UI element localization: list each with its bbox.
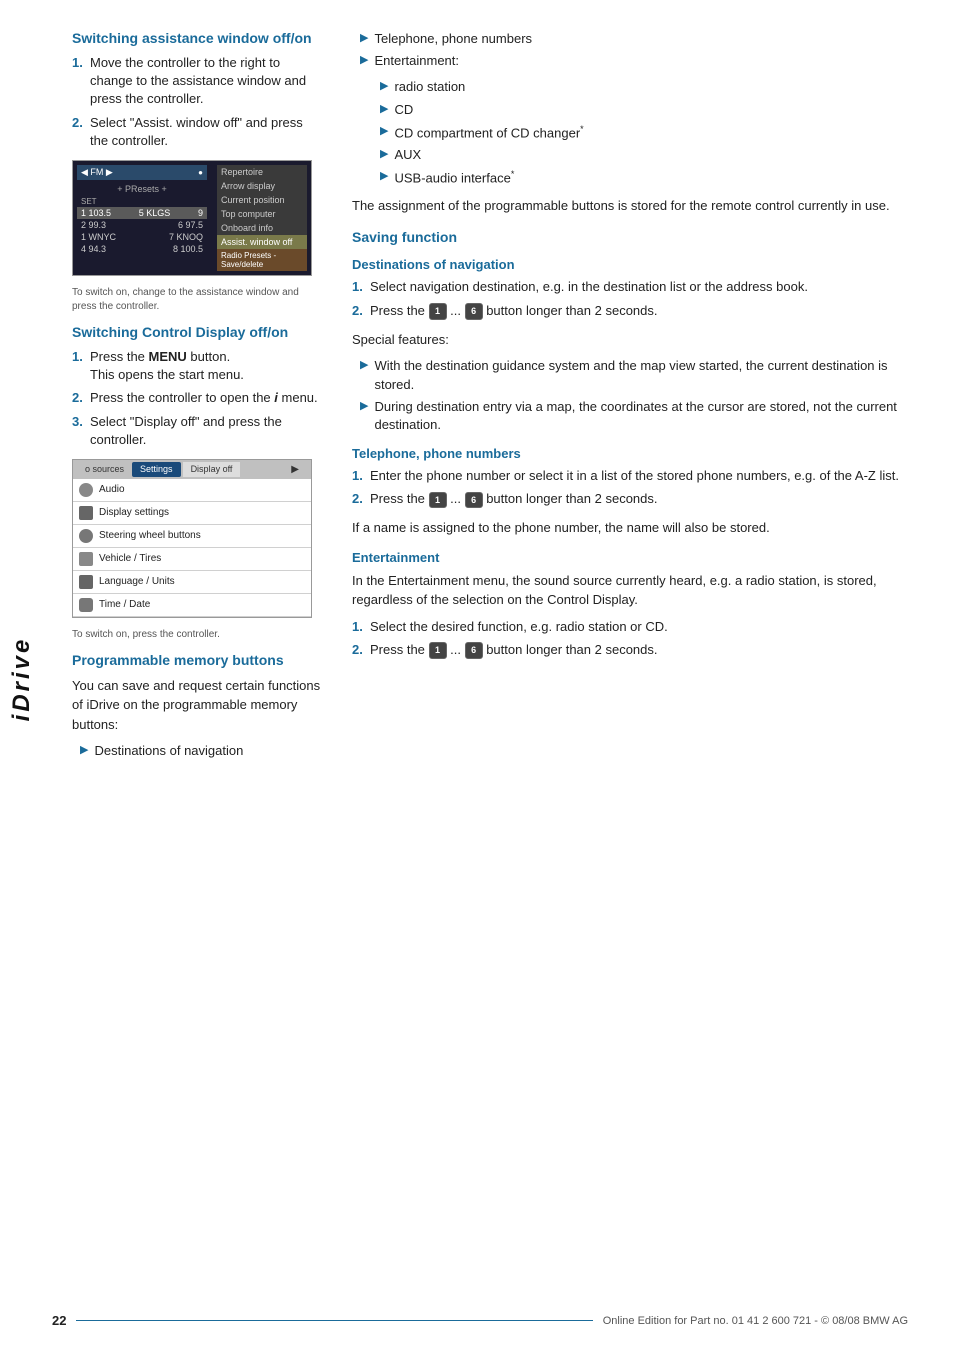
telephone-step-1: 1. Enter the phone number or select it i… xyxy=(352,467,930,485)
destinations-step-2: 2. Press the 1 ... 6 button longer than … xyxy=(352,302,930,320)
arrow-icon-sf1: ▶ xyxy=(360,358,368,393)
arrow-icon-sf2: ▶ xyxy=(360,399,368,434)
tab-display-off: Display off xyxy=(183,462,241,477)
destinations-heading: Destinations of navigation xyxy=(352,257,930,272)
settings-screen: o sources Settings Display off ▶ Audio xyxy=(72,459,312,618)
arrow-icon-cd: ▶ xyxy=(380,102,388,119)
display-steps-list: 1. Press the MENU button.This opens the … xyxy=(72,348,322,449)
destinations-step-1: 1. Select navigation destination, e.g. i… xyxy=(352,278,930,296)
menu-vehicle: Vehicle / Tires xyxy=(73,548,311,571)
radio-screen-image: ◀ FM ▶ ● + PResets + SET 1 103.55 KLGS9 xyxy=(72,160,322,276)
arrow-icon-radio: ▶ xyxy=(380,79,388,96)
menu-steering: Steering wheel buttons xyxy=(73,525,311,548)
vehicle-icon xyxy=(79,552,93,566)
arrow-icon: ▶ xyxy=(80,743,88,760)
arrow-icon-usb: ▶ xyxy=(380,169,388,188)
arrow-icon-telephone: ▶ xyxy=(360,31,368,48)
ent-button-6: 6 xyxy=(465,642,483,659)
section-saving-function: Saving function Destinations of navigati… xyxy=(352,229,930,434)
menu-time: Time / Date xyxy=(73,594,311,617)
settings-screen-image: o sources Settings Display off ▶ Audio xyxy=(72,459,322,618)
footer-line xyxy=(76,1320,592,1321)
section-programmable: Programmable memory buttons You can save… xyxy=(72,652,322,761)
menu-display-settings: Display settings xyxy=(73,502,311,525)
menu-language: Language / Units xyxy=(73,571,311,594)
display-step-1: 1. Press the MENU button.This opens the … xyxy=(72,348,322,384)
assistance-step-1: 1. Move the controller to the right to c… xyxy=(72,54,322,109)
special-features-list: ▶ With the destination guidance system a… xyxy=(352,357,930,434)
tel-button-1: 1 xyxy=(429,492,447,509)
sidebar: iDrive xyxy=(0,0,52,1358)
telephone-heading: Telephone, phone numbers xyxy=(352,446,930,461)
tel-button-6: 6 xyxy=(465,492,483,509)
section-heading-display: Switching Control Display off/on xyxy=(72,324,322,340)
bullet-telephone: ▶ Telephone, phone numbers xyxy=(352,30,930,48)
bullet-aux: ▶ AUX xyxy=(372,146,930,164)
section-heading-assistance: Switching assistance window off/on xyxy=(72,30,322,46)
assistance-screen-caption: To switch on, change to the assistance w… xyxy=(72,286,322,314)
language-icon xyxy=(79,575,93,589)
page-footer: 22 Online Edition for Part no. 01 41 2 6… xyxy=(0,1313,960,1328)
bullet-usb: ▶ USB-audio interface* xyxy=(372,168,930,188)
assistance-step-2: 2. Select "Assist. window off" and press… xyxy=(72,114,322,150)
tab-arrow: ▶ xyxy=(283,462,307,477)
tab-settings: Settings xyxy=(132,462,181,477)
entertainment-sub-bullets: ▶ radio station ▶ CD ▶ CD compartment of… xyxy=(352,78,930,188)
entertainment-heading: Entertainment xyxy=(352,550,930,565)
entertainment-step-2: 2. Press the 1 ... 6 button longer than … xyxy=(352,641,930,659)
telephone-note: If a name is assigned to the phone numbe… xyxy=(352,518,930,538)
display-settings-icon xyxy=(79,506,93,520)
main-content: Switching assistance window off/on 1. Mo… xyxy=(52,0,960,1358)
continued-bullets: ▶ Telephone, phone numbers ▶ Entertainme… xyxy=(352,30,930,70)
assignment-note: The assignment of the programmable butto… xyxy=(352,196,930,216)
saving-function-heading: Saving function xyxy=(352,229,930,245)
display-step-2: 2. Press the controller to open the i me… xyxy=(72,389,322,407)
section-entertainment: Entertainment In the Entertainment menu,… xyxy=(352,550,930,659)
display-screen-caption: To switch on, press the controller. xyxy=(72,628,322,642)
bullet-cd-changer: ▶ CD compartment of CD changer* xyxy=(372,123,930,143)
bullet-cd: ▶ CD xyxy=(372,101,930,119)
section-switching-assistance: Switching assistance window off/on 1. Mo… xyxy=(72,30,322,314)
arrow-icon-entertainment: ▶ xyxy=(360,53,368,70)
menu-bold: MENU xyxy=(149,349,187,364)
page-number: 22 xyxy=(52,1313,66,1328)
button-1: 1 xyxy=(429,303,447,320)
idrive-label: iDrive xyxy=(8,637,36,722)
left-column: Switching assistance window off/on 1. Mo… xyxy=(72,30,342,1338)
section-telephone: Telephone, phone numbers 1. Enter the ph… xyxy=(352,446,930,538)
arrow-icon-aux: ▶ xyxy=(380,147,388,164)
section-switching-display: Switching Control Display off/on 1. Pres… xyxy=(72,324,322,642)
menu-audio: Audio xyxy=(73,479,311,502)
footer-text: Online Edition for Part no. 01 41 2 600 … xyxy=(603,1315,908,1327)
arrow-icon-cd-changer: ▶ xyxy=(380,124,388,143)
telephone-step-2: 2. Press the 1 ... 6 button longer than … xyxy=(352,490,930,508)
right-column: ▶ Telephone, phone numbers ▶ Entertainme… xyxy=(342,30,930,1338)
bullet-radio: ▶ radio station xyxy=(372,78,930,96)
display-step-3: 3. Select "Display off" and press the co… xyxy=(72,413,322,449)
special-feature-1: ▶ With the destination guidance system a… xyxy=(352,357,930,393)
special-feature-2: ▶ During destination entry via a map, th… xyxy=(352,398,930,434)
programmable-intro: You can save and request certain functio… xyxy=(72,676,322,735)
special-features-label: Special features: xyxy=(352,330,930,350)
destinations-steps-list: 1. Select navigation destination, e.g. i… xyxy=(352,278,930,319)
steering-icon xyxy=(79,529,93,543)
programmable-bullets: ▶ Destinations of navigation xyxy=(72,742,322,760)
time-icon xyxy=(79,598,93,612)
telephone-steps-list: 1. Enter the phone number or select it i… xyxy=(352,467,930,508)
tab-sources: o sources xyxy=(77,462,132,477)
section-heading-programmable: Programmable memory buttons xyxy=(72,652,322,668)
bullet-destinations: ▶ Destinations of navigation xyxy=(72,742,322,760)
assistance-steps-list: 1. Move the controller to the right to c… xyxy=(72,54,322,150)
bullet-entertainment: ▶ Entertainment: xyxy=(352,52,930,70)
audio-icon xyxy=(79,483,93,497)
button-6: 6 xyxy=(465,303,483,320)
entertainment-steps-list: 1. Select the desired function, e.g. rad… xyxy=(352,618,930,659)
page-container: iDrive Switching assistance window off/o… xyxy=(0,0,960,1358)
ent-button-1: 1 xyxy=(429,642,447,659)
radio-screen: ◀ FM ▶ ● + PResets + SET 1 103.55 KLGS9 xyxy=(72,160,312,276)
entertainment-intro: In the Entertainment menu, the sound sou… xyxy=(352,571,930,610)
entertainment-step-1: 1. Select the desired function, e.g. rad… xyxy=(352,618,930,636)
